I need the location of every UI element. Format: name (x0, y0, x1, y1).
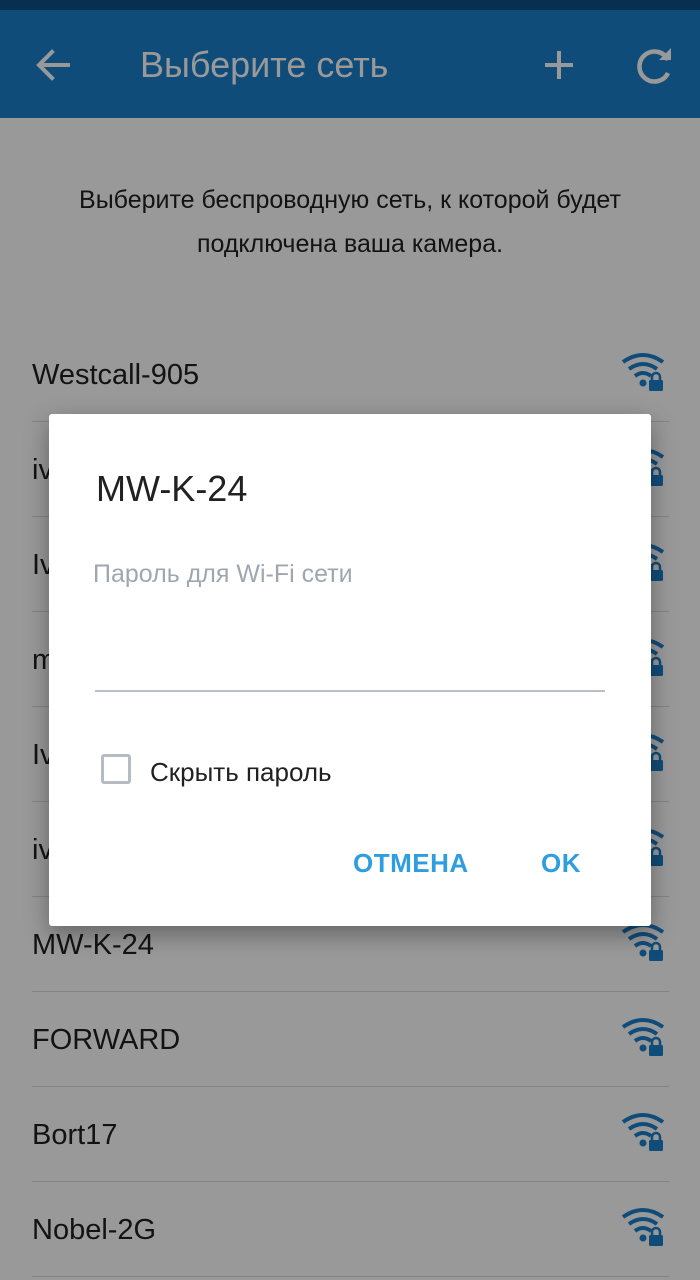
appbar-scrim (0, 0, 700, 118)
password-input-underline (95, 690, 605, 692)
password-input[interactable] (93, 554, 605, 594)
cancel-button[interactable]: ОТМЕНА (353, 846, 469, 880)
ok-button[interactable]: OK (541, 846, 581, 880)
hide-password-checkbox[interactable] (101, 754, 131, 784)
hide-password-label[interactable]: Скрыть пароль (150, 756, 332, 788)
dialog-title: MW-K-24 (96, 468, 248, 509)
password-dialog: MW-K-24 Скрыть пароль ОТМЕНА OK (49, 414, 651, 926)
